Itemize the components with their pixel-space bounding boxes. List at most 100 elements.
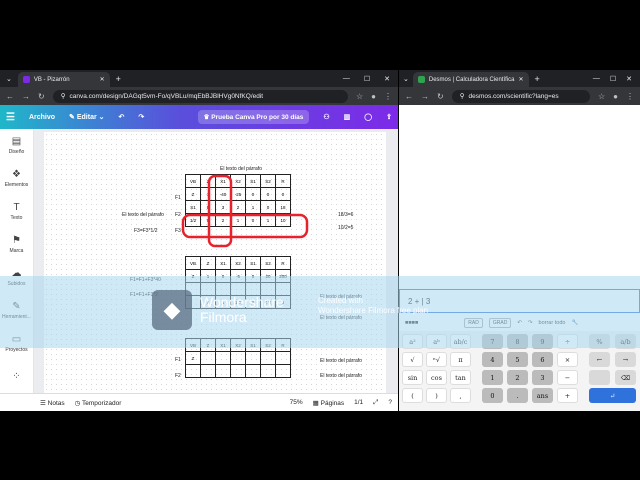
key-2[interactable]: ab/c: [450, 334, 471, 349]
back-icon[interactable]: ←: [6, 92, 14, 101]
expression-input[interactable]: 2 + | 3: [399, 289, 640, 313]
simplex-table-3[interactable]: VB Z X1 X2 S1 S2 R Z: [185, 338, 291, 378]
canvas-area[interactable]: El texto del párrafo VB Z X1 X2 S1 S2 R Z 1 -40-…: [34, 129, 398, 393]
key-24[interactable]: −: [557, 370, 578, 385]
key-20[interactable]: tan: [450, 370, 471, 385]
help-icon[interactable]: ?: [388, 399, 398, 406]
right-text-1[interactable]: El texto del párrafo: [320, 294, 362, 300]
clear-all-button[interactable]: borrar todo: [539, 320, 566, 326]
url-field[interactable]: ⚲ canva.com/design/DAGqt5vm-Fo/qVBLu/mqE…: [52, 89, 348, 103]
chart-icon[interactable]: ▥: [344, 113, 351, 121]
key-1[interactable]: aᵇ: [426, 334, 447, 349]
bookmark-icon[interactable]: ☆: [356, 92, 363, 101]
desmos-workspace[interactable]: [399, 105, 640, 235]
rad-toggle[interactable]: RAD: [464, 318, 483, 328]
key-0[interactable]: a²: [402, 334, 423, 349]
profile-icon[interactable]: ●: [371, 92, 376, 101]
file-menu[interactable]: Archivo: [29, 114, 55, 121]
maximize-icon[interactable]: ☐: [610, 75, 616, 83]
key-5[interactable]: 9: [532, 334, 553, 349]
key-18[interactable]: sin: [402, 370, 423, 385]
minimize-icon[interactable]: —: [343, 75, 350, 83]
key-25[interactable]: [589, 370, 610, 385]
key-9[interactable]: √: [402, 352, 423, 367]
maximize-icon[interactable]: ☐: [364, 75, 370, 83]
site-info-icon[interactable]: ⚲: [61, 92, 66, 100]
key-33[interactable]: +: [557, 388, 578, 403]
close-tab-icon[interactable]: ✕: [518, 76, 523, 83]
key-11[interactable]: π: [450, 352, 471, 367]
key-31[interactable]: .: [507, 388, 528, 403]
key-27[interactable]: (: [402, 388, 423, 403]
grad-toggle[interactable]: GRAD: [488, 318, 512, 328]
redo-icon[interactable]: ↷: [528, 320, 533, 326]
forward-icon[interactable]: →: [22, 92, 30, 101]
key-17[interactable]: →: [615, 352, 636, 367]
sidebar-item-uploads[interactable]: ☁ Subidos: [0, 261, 33, 294]
minimize-icon[interactable]: —: [593, 75, 600, 83]
key-10[interactable]: ⁿ√: [426, 352, 447, 367]
timer-button[interactable]: ◷ Temporizador: [75, 399, 122, 407]
close-window-icon[interactable]: ✕: [626, 75, 632, 83]
key-3[interactable]: 7: [482, 334, 503, 349]
browser-tab[interactable]: VB - Pizarrón ✕: [17, 72, 110, 87]
notes-button[interactable]: ☰ Notas: [40, 399, 65, 407]
tab-search-icon[interactable]: ⌄: [0, 75, 18, 83]
upload-icon[interactable]: ⇪: [386, 113, 392, 121]
browser-tab[interactable]: Desmos | Calculadora Científica ✕: [412, 72, 529, 87]
key-4[interactable]: 8: [507, 334, 528, 349]
sidebar-item-elements[interactable]: ❖ Elementos: [0, 162, 33, 195]
right-text-3[interactable]: El texto del párrafo: [320, 358, 362, 364]
key-28[interactable]: ): [426, 388, 447, 403]
key-30[interactable]: 0: [482, 388, 503, 403]
key-21[interactable]: 1: [482, 370, 503, 385]
new-tab-icon[interactable]: +: [116, 74, 121, 84]
key-23[interactable]: 3: [532, 370, 553, 385]
pivot-column-highlight[interactable]: [207, 174, 233, 248]
key-16[interactable]: ←: [589, 352, 610, 367]
key-32[interactable]: ans: [532, 388, 553, 403]
pivot-row-highlight[interactable]: [181, 213, 309, 239]
page-count[interactable]: 1/1: [354, 399, 363, 406]
share-people-icon[interactable]: ⚇: [323, 113, 329, 121]
settings-wrench-icon[interactable]: 🔧: [571, 320, 578, 326]
profile-icon[interactable]: ●: [613, 92, 618, 101]
new-tab-icon[interactable]: +: [535, 74, 540, 84]
menu-icon[interactable]: ⋮: [626, 92, 634, 101]
site-info-icon[interactable]: ⚲: [460, 92, 465, 100]
row-label-f2-bottom[interactable]: F2: [175, 373, 181, 379]
sidebar-item-tools[interactable]: ✎ Herramient...: [0, 294, 33, 327]
right-text-2[interactable]: El texto del párrafo: [320, 315, 362, 321]
bookmark-icon[interactable]: ☆: [598, 92, 605, 101]
pages-button[interactable]: ▦ Páginas: [313, 399, 344, 407]
key-8[interactable]: a/b: [615, 334, 636, 349]
sidebar-item-brand[interactable]: ⚑ Marca: [0, 228, 33, 261]
zoom-level[interactable]: 75%: [290, 399, 303, 406]
undo-icon[interactable]: ↶: [119, 113, 125, 121]
edit-menu[interactable]: ✎ Editar ⌄: [69, 113, 104, 121]
row-label-f1-bottom[interactable]: F1: [175, 357, 181, 363]
redo-icon[interactable]: ↷: [138, 113, 144, 121]
close-window-icon[interactable]: ✕: [384, 75, 390, 83]
right-text-4[interactable]: El texto del párrafo: [320, 373, 362, 379]
menu-icon[interactable]: ⋮: [384, 92, 392, 101]
key-15[interactable]: ×: [557, 352, 578, 367]
formula-1[interactable]: F1=F1+F3*40: [130, 277, 161, 283]
pro-trial-button[interactable]: ♛ Prueba Canva Pro por 30 días: [197, 110, 310, 124]
tab-search-icon[interactable]: ⌄: [399, 75, 413, 83]
back-icon[interactable]: ←: [405, 92, 413, 101]
whiteboard-page[interactable]: El texto del párrafo VB Z X1 X2 S1 S2 R Z 1 -40-…: [44, 132, 386, 393]
sidebar-item-design[interactable]: ▤ Diseño: [0, 129, 33, 162]
forward-icon[interactable]: →: [421, 92, 429, 101]
sidebar-item-projects[interactable]: ▭ Proyectos: [0, 327, 33, 360]
formula-2[interactable]: F1=F1+F3*2: [130, 292, 158, 298]
reload-icon[interactable]: ↻: [437, 92, 444, 101]
fullscreen-icon[interactable]: ⤢: [373, 399, 378, 407]
key-6[interactable]: ÷: [557, 334, 578, 349]
keypad-tab-main[interactable]: ■■■■: [405, 320, 418, 326]
key-26[interactable]: ⌫: [615, 370, 636, 385]
key-22[interactable]: 2: [507, 370, 528, 385]
key-35[interactable]: ↵: [589, 388, 636, 403]
key-14[interactable]: 6: [532, 352, 553, 367]
key-13[interactable]: 5: [507, 352, 528, 367]
